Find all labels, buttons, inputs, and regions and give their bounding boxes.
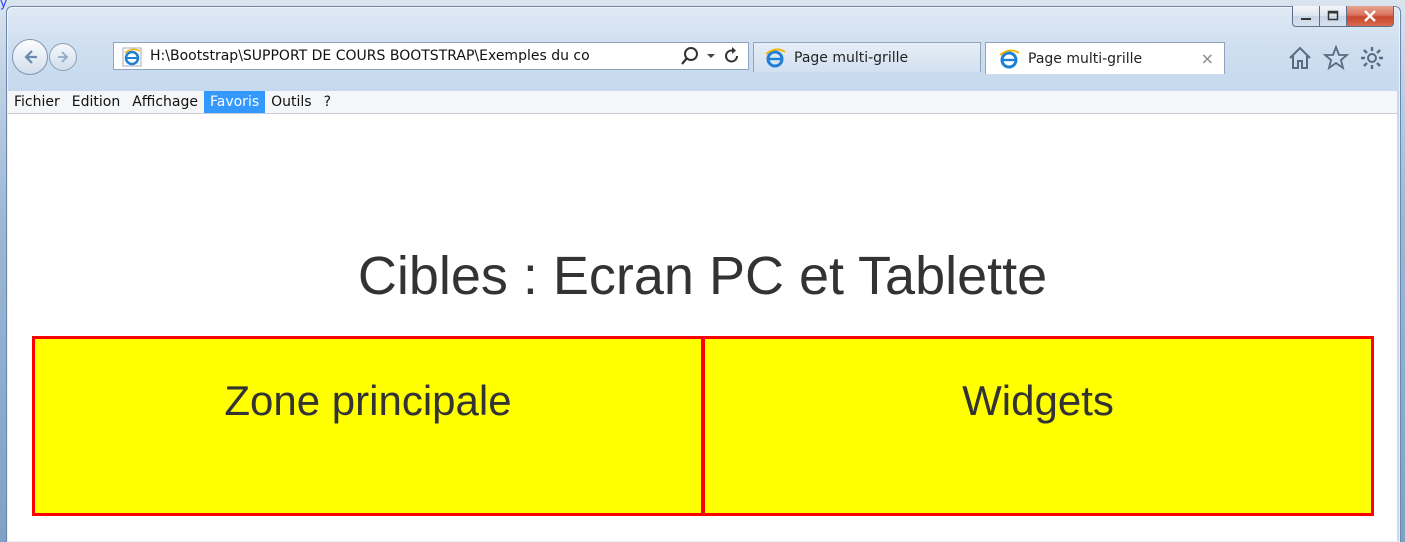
settings-gear-icon[interactable]	[1359, 45, 1385, 71]
menu-bar: Fichier Edition Affichage Favoris Outils…	[8, 91, 1397, 114]
back-button[interactable]	[12, 39, 48, 75]
ie-icon	[765, 48, 786, 67]
favorites-star-icon[interactable]	[1323, 45, 1349, 71]
search-icon[interactable]	[680, 46, 700, 66]
address-url[interactable]: H:\Bootstrap\SUPPORT DE COURS BOOTSTRAP\…	[150, 48, 620, 66]
maximize-button[interactable]	[1320, 6, 1347, 27]
window-caption-buttons	[1292, 6, 1394, 27]
minimize-icon	[1301, 18, 1311, 20]
menu-item-favoris[interactable]: Favoris	[203, 91, 266, 113]
widgets-column: Widgets	[705, 336, 1374, 516]
grid-row: Zone principale Widgets	[32, 336, 1374, 516]
menu-item-affichage[interactable]: Affichage	[126, 91, 204, 113]
ie-icon	[999, 49, 1020, 68]
ie-icon	[122, 47, 142, 67]
dropdown-icon[interactable]	[706, 46, 716, 66]
tab-label: Page multi-grille	[794, 49, 909, 66]
tab-label: Page multi-grille	[1028, 50, 1143, 67]
forward-icon	[58, 51, 69, 63]
refresh-icon[interactable]	[722, 46, 742, 66]
back-icon	[24, 50, 37, 64]
menu-item-fichier[interactable]: Fichier	[8, 91, 66, 113]
tab-page-multi-grille-2[interactable]: Page multi-grille ×	[985, 42, 1225, 74]
forward-button[interactable]	[49, 43, 77, 71]
minimize-button[interactable]	[1292, 6, 1320, 27]
home-icon[interactable]	[1287, 45, 1313, 71]
page-content: Cibles : Ecran PC et Tablette Zone princ…	[8, 114, 1397, 541]
address-bar[interactable]: H:\Bootstrap\SUPPORT DE COURS BOOTSTRAP\…	[113, 42, 749, 70]
menu-item-outils[interactable]: Outils	[265, 91, 317, 113]
menu-item-help[interactable]: ?	[318, 91, 337, 113]
tab-page-multi-grille-1[interactable]: Page multi-grille	[753, 42, 981, 72]
close-icon	[1364, 10, 1376, 22]
maximize-icon	[1327, 10, 1339, 21]
tab-close-button[interactable]: ×	[1201, 49, 1214, 68]
menu-item-edition[interactable]: Edition	[66, 91, 126, 113]
browser-toolbar	[1287, 45, 1385, 71]
close-window-button[interactable]	[1347, 6, 1394, 27]
page-title: Cibles : Ecran PC et Tablette	[357, 246, 1048, 306]
zone-principale-column: Zone principale	[32, 336, 705, 516]
